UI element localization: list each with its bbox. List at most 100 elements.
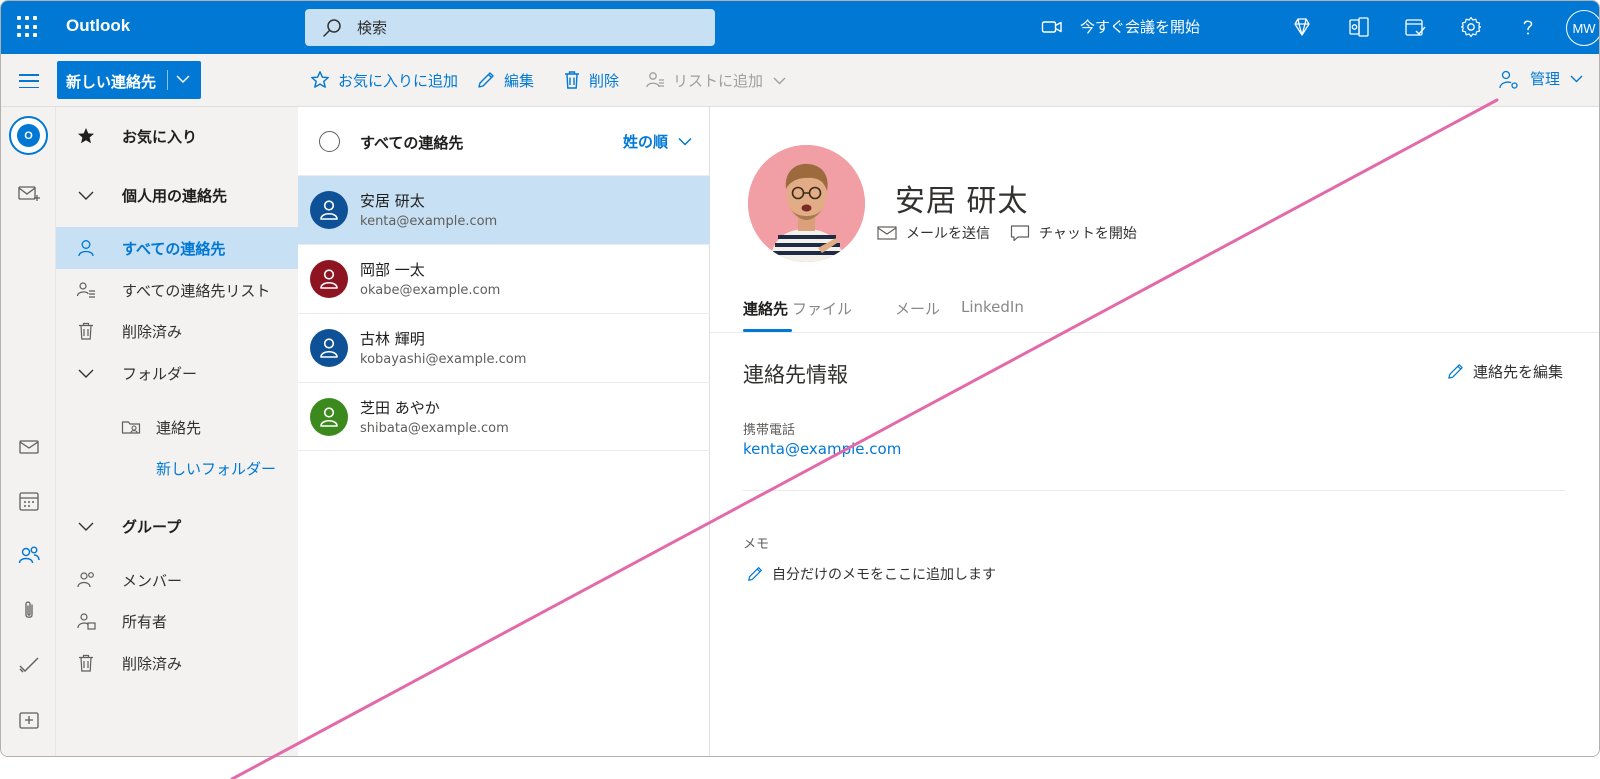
person-icon xyxy=(320,269,338,289)
new-mail-icon[interactable] xyxy=(17,181,41,205)
app-launcher-icon[interactable] xyxy=(17,16,39,38)
person-icon xyxy=(320,200,338,220)
tab-contact[interactable]: 連絡先 xyxy=(743,298,788,319)
contact-name: 安居 研太 xyxy=(360,192,425,210)
pencil-icon xyxy=(748,567,762,581)
contact-display-name: 安居 研太 xyxy=(895,185,1029,218)
help-icon[interactable] xyxy=(1516,15,1540,39)
edit-contact-button[interactable]: 連絡先を編集 xyxy=(1446,361,1563,382)
account-avatar[interactable]: MW xyxy=(1566,10,1599,46)
start-chat-button[interactable]: チャットを開始 xyxy=(1010,223,1137,243)
contact-name: 古林 輝明 xyxy=(360,330,425,348)
video-camera-icon[interactable] xyxy=(1041,16,1063,38)
contact-avatar xyxy=(310,191,348,229)
person-icon xyxy=(320,407,338,427)
chevron-down-icon xyxy=(773,77,786,84)
new-folder-link[interactable]: 新しいフォルダー xyxy=(156,458,276,479)
person-list-icon xyxy=(646,72,664,88)
office-icon[interactable] xyxy=(1347,15,1371,39)
contact-name: 芝田 あやか xyxy=(360,399,440,417)
add-to-favorites-label: お気に入りに追加 xyxy=(338,71,459,90)
nav-personal-contacts-label: 個人用の連絡先 xyxy=(122,187,228,205)
contact-photo-illustration xyxy=(748,145,865,262)
send-email-button[interactable]: メールを送信 xyxy=(877,223,990,243)
nav-owner[interactable]: 所有者 xyxy=(56,600,298,642)
list-title: すべての連絡先 xyxy=(360,134,464,152)
more-apps-icon[interactable] xyxy=(17,708,41,732)
memo-label: メモ xyxy=(743,537,770,552)
nav-groups-deleted[interactable]: 削除済み xyxy=(56,642,298,684)
diamond-icon[interactable] xyxy=(1290,15,1314,39)
settings-gear-icon[interactable] xyxy=(1459,15,1483,39)
delete-label: 削除 xyxy=(589,71,620,90)
paperclip-icon[interactable] xyxy=(17,599,41,623)
search-box[interactable]: 検索 xyxy=(305,9,715,46)
nav-all-contacts[interactable]: すべての連絡先 xyxy=(56,227,298,269)
nav-all-contact-lists-label: すべての連絡先リスト xyxy=(122,282,271,300)
new-contact-button[interactable]: 新しい連絡先 xyxy=(57,61,201,99)
nav-folders[interactable]: フォルダー xyxy=(56,352,298,394)
edit-button[interactable]: 編集 xyxy=(476,68,534,92)
person-settings-icon xyxy=(1499,70,1518,89)
manage-button[interactable]: 管理 xyxy=(1530,68,1583,89)
chevron-down-icon xyxy=(78,522,94,531)
people-icon[interactable] xyxy=(17,543,41,567)
add-to-list-label: リストに追加 xyxy=(673,71,764,90)
chevron-down-icon xyxy=(78,191,94,200)
group-owner-icon xyxy=(77,613,96,630)
contact-row[interactable]: 芝田 あやか shibata@example.com xyxy=(298,382,710,451)
nav-member-label: メンバー xyxy=(122,572,183,590)
contact-list-icon xyxy=(76,282,95,298)
nav-folder-contacts[interactable]: 連絡先 xyxy=(56,406,298,448)
search-icon xyxy=(323,19,341,37)
nav-all-contacts-label: すべての連絡先 xyxy=(122,240,226,258)
contact-detail: 安居 研太 メールを送信 チャットを開始 連絡先 ファイル メール Linked… xyxy=(710,107,1599,756)
nav-member[interactable]: メンバー xyxy=(56,559,298,601)
list-header: すべての連絡先 姓の順 xyxy=(298,107,710,175)
calendar-check-icon[interactable] xyxy=(1403,15,1427,39)
command-bar: 新しい連絡先 お気に入りに追加 編集 削除 リストに追加 管理 xyxy=(1,54,1599,107)
nav-groups[interactable]: グループ xyxy=(56,505,298,547)
calendar-icon[interactable] xyxy=(17,489,41,513)
outlook-app-icon[interactable]: O xyxy=(9,116,48,155)
person-icon xyxy=(78,240,94,257)
start-chat-label: チャットを開始 xyxy=(1039,226,1137,242)
mobile-phone-value[interactable]: kenta@example.com xyxy=(743,440,901,458)
contact-info-heading: 連絡先情報 xyxy=(743,363,848,387)
tab-mail[interactable]: メール xyxy=(895,298,940,319)
contact-row[interactable]: 安居 研太 kenta@example.com xyxy=(298,175,710,244)
tab-linkedin[interactable]: LinkedIn xyxy=(961,298,1024,316)
manage-label: 管理 xyxy=(1530,70,1561,88)
add-memo-button[interactable]: 自分だけのメモをここに追加します xyxy=(746,564,996,584)
active-tab-indicator xyxy=(743,329,792,332)
todo-check-icon[interactable] xyxy=(17,653,41,677)
chevron-down-icon xyxy=(1570,75,1583,83)
nav-owner-label: 所有者 xyxy=(122,613,168,631)
tab-files[interactable]: ファイル xyxy=(792,298,852,319)
delete-button[interactable]: 削除 xyxy=(563,68,619,92)
contact-row[interactable]: 古林 輝明 kobayashi@example.com xyxy=(298,313,710,382)
chevron-down-icon[interactable] xyxy=(176,74,190,84)
contact-avatar xyxy=(310,329,348,367)
nav-folders-label: フォルダー xyxy=(122,365,198,383)
mail-icon[interactable] xyxy=(17,435,41,459)
hamburger-menu-icon[interactable] xyxy=(19,74,39,88)
add-to-list-button[interactable]: リストに追加 xyxy=(645,68,794,92)
nav-personal-contacts[interactable]: 個人用の連絡先 xyxy=(56,174,298,216)
nav-favorites[interactable]: お気に入り xyxy=(56,115,298,157)
send-email-label: メールを送信 xyxy=(906,226,990,242)
mobile-phone-label: 携帯電話 xyxy=(743,423,796,438)
app-rail: O xyxy=(1,107,56,756)
add-to-favorites-button[interactable]: お気に入りに追加 xyxy=(310,68,458,92)
chat-icon xyxy=(1010,225,1030,242)
sort-dropdown[interactable]: 姓の順 xyxy=(623,131,692,152)
select-all-radio[interactable] xyxy=(319,131,340,152)
group-member-icon xyxy=(77,572,94,588)
app-name[interactable]: Outlook xyxy=(66,16,130,36)
nav-all-contact-lists[interactable]: すべての連絡先リスト xyxy=(56,269,298,311)
sort-label: 姓の順 xyxy=(622,133,668,151)
meet-now-button[interactable]: 今すぐ会議を開始 xyxy=(1080,16,1200,37)
contact-row[interactable]: 岡部 一太 okabe@example.com xyxy=(298,244,710,313)
nav-deleted[interactable]: 削除済み xyxy=(56,310,298,352)
contact-email: kobayashi@example.com xyxy=(360,352,527,367)
